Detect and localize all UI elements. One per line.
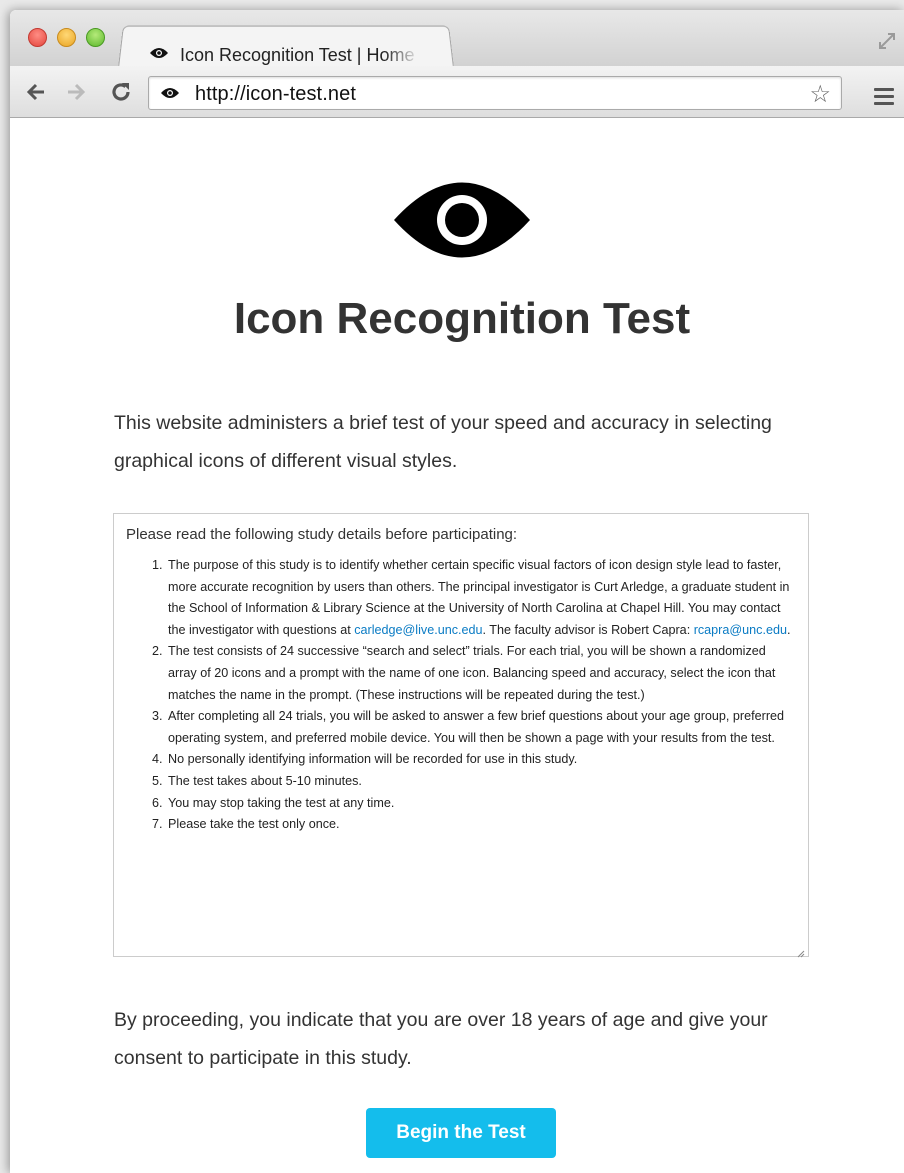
minimize-window-button[interactable]: [57, 28, 76, 47]
title-bar: Icon Recognition Test | Home: [10, 10, 904, 68]
hamburger-menu-icon[interactable]: [874, 88, 894, 109]
arrow-left-icon[interactable]: [24, 78, 48, 106]
star-icon[interactable]: ☆: [809, 80, 831, 109]
begin-test-button[interactable]: Begin the Test: [366, 1108, 556, 1158]
address-bar[interactable]: http://icon-test.net ☆: [148, 76, 842, 110]
resize-handle-icon[interactable]: [797, 945, 805, 958]
details-list: The purpose of this study is to identify…: [126, 555, 796, 836]
list-item: No personally identifying information wi…: [166, 749, 796, 771]
investigator-email-link[interactable]: carledge@live.unc.edu: [354, 623, 482, 637]
page-title: Icon Recognition Test: [233, 294, 691, 343]
eye-icon: [392, 175, 532, 270]
list-item: The purpose of this study is to identify…: [166, 555, 796, 641]
browser-window: Icon Recognition Test | Home http://icon…: [10, 10, 904, 1173]
eye-icon: [161, 86, 179, 104]
page-content: Icon Recognition Test This website admin…: [10, 118, 904, 1173]
consent-text: By proceeding, you indicate that you are…: [114, 1009, 768, 1069]
close-window-button[interactable]: [28, 28, 47, 47]
reload-icon[interactable]: [109, 78, 133, 106]
eye-icon: [150, 46, 168, 64]
details-heading: Please read the following study details …: [126, 526, 518, 543]
list-item: You may stop taking the test at any time…: [166, 793, 796, 815]
list-item: The test takes about 5-10 minutes.: [166, 771, 796, 793]
arrow-right-icon[interactable]: [64, 78, 88, 106]
advisor-email-link[interactable]: rcapra@unc.edu: [694, 623, 787, 637]
study-details-textarea[interactable]: Please read the following study details …: [113, 513, 809, 958]
browser-toolbar: http://icon-test.net ☆: [10, 66, 904, 118]
zoom-window-button[interactable]: [86, 28, 105, 47]
url-text: http://icon-test.net: [195, 83, 356, 105]
list-item: Please take the test only once.: [166, 814, 796, 836]
tab-title: Icon Recognition Test | Home: [180, 44, 415, 65]
list-item-text: .: [787, 622, 791, 637]
list-item: The test consists of 24 successive “sear…: [166, 641, 796, 706]
list-item: After completing all 24 trials, you will…: [166, 706, 796, 749]
fullscreen-icon[interactable]: [876, 30, 898, 52]
intro-text: This website administers a brief test of…: [114, 412, 772, 472]
list-item-text: . The faculty advisor is Robert Capra:: [482, 622, 694, 637]
